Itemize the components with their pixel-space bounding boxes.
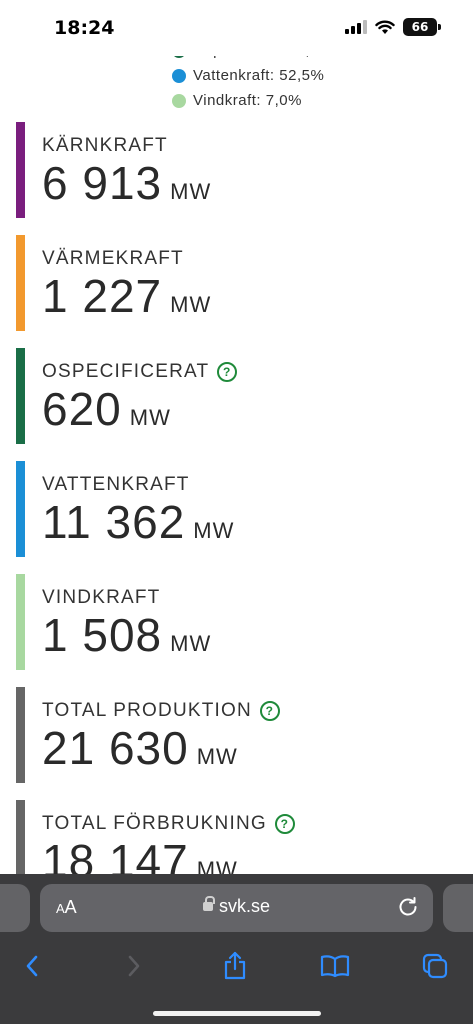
status-time: 18:24 [54, 17, 115, 39]
browser-chrome: AA svk.se [0, 874, 473, 1024]
metric-card: VATTENKRAFT 11 362 MW [0, 461, 473, 574]
help-icon[interactable]: ? [274, 814, 295, 834]
share-icon [224, 951, 246, 980]
home-indicator[interactable] [153, 1011, 321, 1016]
metric-label-row: VATTENKRAFT [42, 461, 473, 497]
metric-value: 11 362 [42, 496, 186, 548]
lock-icon [202, 896, 215, 911]
bookmarks-button[interactable] [315, 946, 355, 986]
metric-label: KÄRNKRAFT [42, 135, 168, 156]
legend-color-dot [172, 93, 186, 108]
metric-value-row: 6 913 MW [42, 156, 473, 210]
metric-value: 6 913 [42, 157, 163, 209]
metric-card: VINDKRAFT 1 508 MW [0, 574, 473, 687]
metric-label-row: OSPECIFICERAT? [42, 348, 473, 384]
forward-button[interactable] [114, 946, 154, 986]
metric-label: VÄRMEKRAFT [42, 248, 184, 269]
metric-label-row: VÄRMEKRAFT [42, 235, 473, 271]
metric-label-row: TOTAL PRODUKTION? [42, 687, 473, 723]
metric-label: TOTAL PRODUKTION [42, 700, 252, 721]
metric-value: 1 227 [42, 270, 163, 322]
legend-label: Vattenkraft: 52,5% [193, 67, 325, 84]
help-icon[interactable]: ? [217, 362, 238, 382]
metric-value-row: 11 362 MW [42, 495, 473, 549]
metric-label-row: TOTAL FÖRBRUKNING? [42, 800, 473, 836]
share-button[interactable] [215, 946, 255, 986]
metric-card: VÄRMEKRAFT 1 227 MW [0, 235, 473, 348]
url-text: svk.se [218, 896, 270, 916]
metric-color-bar [16, 687, 25, 783]
metric-value: 21 630 [42, 722, 189, 774]
status-icons: 66 [345, 18, 441, 36]
metric-card: OSPECIFICERAT? 620 MW [0, 348, 473, 461]
metric-value-row: 620 MW [42, 382, 473, 436]
reload-icon[interactable] [397, 896, 419, 918]
metric-label: VATTENKRAFT [42, 474, 190, 495]
metric-color-bar [16, 235, 25, 331]
metric-label: OSPECIFICERAT [42, 361, 210, 382]
chevron-left-icon [26, 955, 38, 977]
chevron-right-icon [128, 955, 140, 977]
browser-toolbar [0, 946, 473, 986]
address-bar[interactable]: AA svk.se [40, 884, 433, 932]
metrics-list: KÄRNKRAFT 6 913 MW VÄRMEKRAFT 1 227 MW OSPECIF… [0, 122, 473, 913]
tabs-button[interactable] [415, 946, 455, 986]
url-display[interactable]: svk.se [40, 896, 433, 917]
metric-card: KÄRNKRAFT 6 913 MW [0, 122, 473, 235]
battery-icon: 66 [403, 18, 441, 36]
status-bar: 18:24 66 [0, 0, 473, 56]
metric-value-row: 21 630 MW [42, 721, 473, 775]
next-tab-preview[interactable] [443, 884, 473, 932]
metric-value: 1 508 [42, 609, 163, 661]
metric-color-bar [16, 122, 25, 218]
metric-unit: MW [170, 631, 212, 656]
metric-label-row: KÄRNKRAFT [42, 122, 473, 158]
metric-unit: MW [196, 744, 238, 769]
legend-item: Vindkraft: 7,0% [172, 88, 333, 113]
back-button[interactable] [12, 946, 52, 986]
previous-tab-preview[interactable] [0, 884, 30, 932]
metric-unit: MW [170, 179, 212, 204]
help-icon[interactable]: ? [259, 701, 280, 721]
metric-color-bar [16, 574, 25, 670]
metric-label: TOTAL FÖRBRUKNING [42, 813, 267, 834]
metric-value: 620 [42, 383, 122, 435]
book-icon [320, 955, 350, 978]
metric-color-bar [16, 348, 25, 444]
metric-color-bar [16, 461, 25, 557]
cellular-signal-icon [345, 20, 367, 34]
metric-card: TOTAL PRODUKTION? 21 630 MW [0, 687, 473, 800]
metric-value-row: 1 227 MW [42, 269, 473, 323]
metric-unit: MW [193, 518, 235, 543]
metric-unit: MW [129, 405, 171, 430]
legend-label: Vindkraft: 7,0% [193, 92, 302, 109]
tabs-icon [422, 953, 448, 979]
legend-color-dot [172, 68, 186, 83]
metric-unit: MW [170, 292, 212, 317]
wifi-icon [375, 20, 395, 34]
metric-label: VINDKRAFT [42, 587, 161, 608]
legend-item: Vattenkraft: 52,5% [172, 63, 333, 88]
metric-label-row: VINDKRAFT [42, 574, 473, 610]
metric-value-row: 1 508 MW [42, 608, 473, 662]
